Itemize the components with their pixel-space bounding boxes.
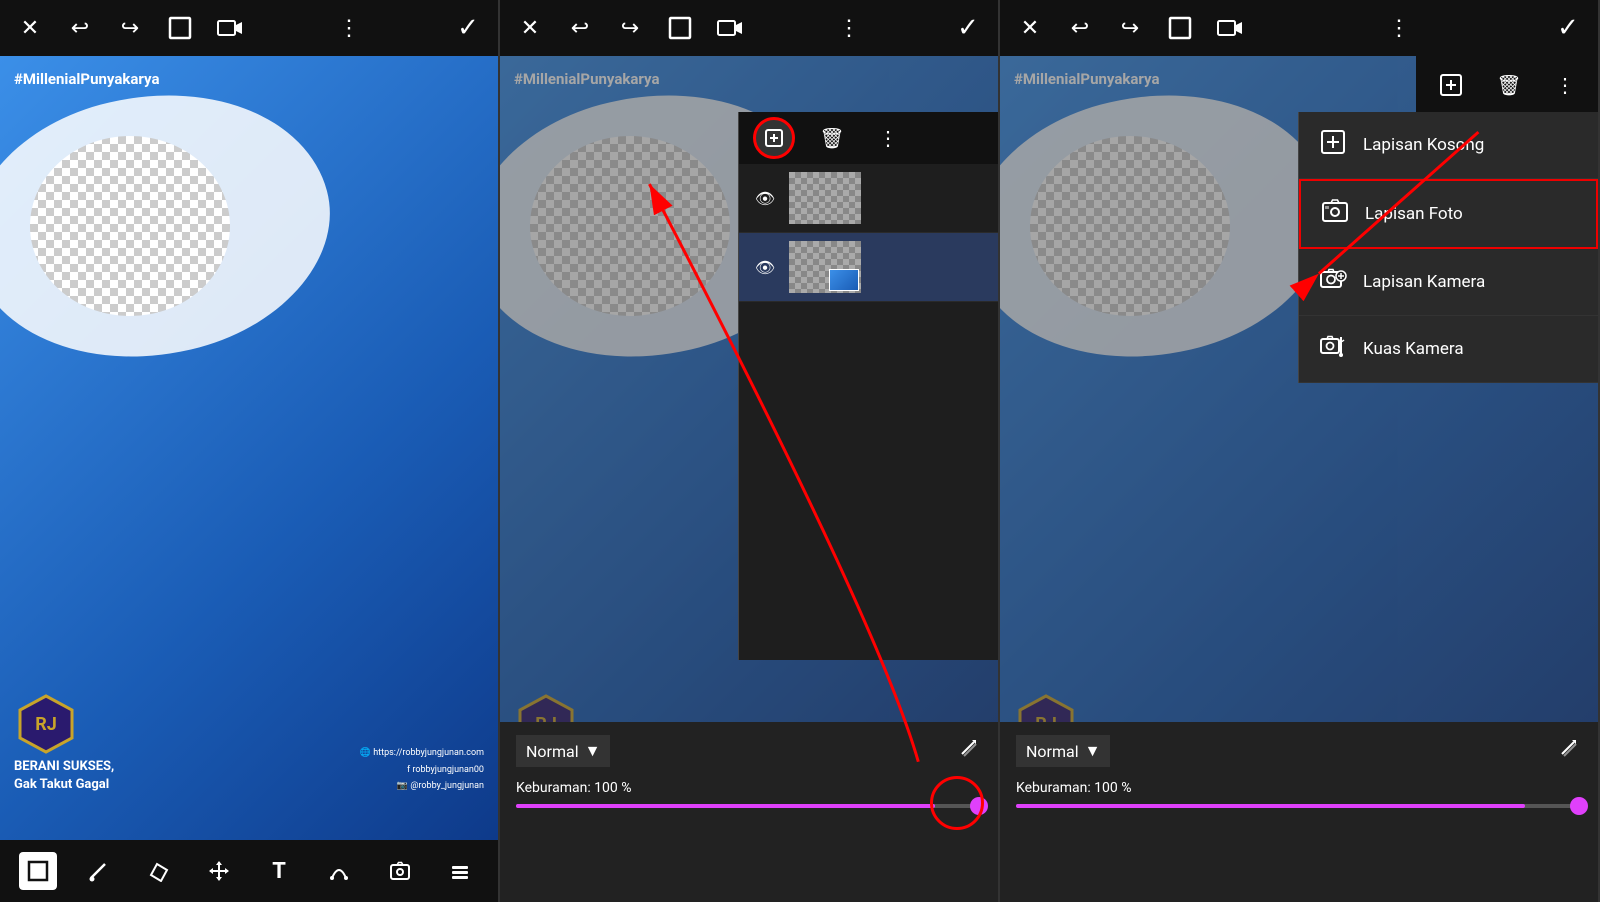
design-content-1: #MillenialPunyakarya RJ BERANI SUKSES, G… — [0, 56, 498, 840]
layer-panel-2: 🗑 ⋮ 👁 👁 — [738, 112, 998, 660]
layer-dots-3[interactable]: ⋮ — [1546, 66, 1584, 104]
blend-mode-select-2[interactable]: Normal ▼ — [516, 735, 610, 767]
toolbar-3: ✕ ↩ ↪ ⋮ ✓ — [1000, 0, 1598, 56]
photo-tool-1[interactable] — [381, 852, 419, 890]
video-icon-3[interactable] — [1214, 12, 1246, 44]
kuas-kamera-icon — [1319, 332, 1347, 366]
hashtag-2: #MillenialPunyakarya — [514, 70, 659, 88]
crop-icon-1[interactable] — [164, 12, 196, 44]
transform-tool-1[interactable] — [320, 852, 358, 890]
dropdown-lapisan-kosong[interactable]: Lapisan Kosong — [1299, 112, 1598, 179]
video-icon-1[interactable] — [214, 12, 246, 44]
opacity-slider-track-2[interactable] — [516, 804, 982, 808]
layer-row-design-2[interactable]: 👁 — [739, 233, 998, 302]
dropdown-lapisan-foto[interactable]: Lapisan Foto — [1299, 179, 1598, 249]
undo-icon-1[interactable]: ↩ — [64, 12, 96, 44]
redo-icon-1[interactable]: ↪ — [114, 12, 146, 44]
kuas-kamera-label: Kuas Kamera — [1363, 339, 1464, 359]
toolbar-2: ✕ ↩ ↪ ⋮ ✓ — [500, 0, 998, 56]
opacity-slider-fill-2 — [516, 804, 935, 808]
add-layer-btn-3[interactable] — [1430, 64, 1472, 106]
move-tool-1[interactable] — [200, 852, 238, 890]
opacity-label-3: Keburaman: 100 % — [1016, 780, 1582, 796]
berani-text-1: BERANI SUKSES, Gak Takut Gagal — [14, 758, 114, 794]
opacity-slider-track-3[interactable] — [1016, 804, 1582, 808]
panel-3: ✕ ↩ ↪ ⋮ ✓ #MillenialPunyakarya RJ BERANI… — [1000, 0, 1600, 902]
crop-icon-3[interactable] — [1164, 12, 1196, 44]
undo-icon-2[interactable]: ↩ — [564, 12, 596, 44]
links-1: 🌐 https://robbyjungjunan.com f robbyjung… — [360, 745, 484, 794]
brush-tool-1[interactable] — [79, 852, 117, 890]
dropdown-lapisan-kamera[interactable]: Lapisan Kamera — [1299, 249, 1598, 316]
blend-mode-select-3[interactable]: Normal ▼ — [1016, 735, 1110, 767]
svg-text:RJ: RJ — [35, 714, 57, 735]
panel-2: ✕ ↩ ↪ ⋮ ✓ #MillenialPunyakarya RJ BERANI… — [500, 0, 1000, 902]
layer-thumb-design-2 — [789, 241, 861, 293]
blend-row-3: Normal ▼ — [1016, 734, 1582, 768]
crop-icon-2[interactable] — [664, 12, 696, 44]
close-icon-3[interactable]: ✕ — [1014, 12, 1046, 44]
eraser-tool-1[interactable] — [140, 852, 178, 890]
hex-logo-1: RJ — [14, 692, 78, 756]
blend-icon-3[interactable] — [1554, 734, 1582, 768]
logo-area-1: RJ — [14, 692, 78, 760]
check-icon-3[interactable]: ✓ — [1552, 12, 1584, 44]
undo-icon-3[interactable]: ↩ — [1064, 12, 1096, 44]
opacity-slider-thumb-3[interactable] — [1570, 797, 1588, 815]
check-icon-2[interactable]: ✓ — [952, 12, 984, 44]
layer-thumb-empty-2 — [789, 172, 861, 224]
video-icon-2[interactable] — [714, 12, 746, 44]
layer-bottom-3: Normal ▼ Keburaman: 100 % — [1000, 722, 1598, 902]
canvas-area-1: #MillenialPunyakarya RJ BERANI SUKSES, G… — [0, 56, 498, 840]
layer-row-empty-2[interactable]: 👁 — [739, 164, 998, 233]
lapisan-kamera-icon — [1319, 265, 1347, 299]
delete-layer-btn-3[interactable]: 🗑 — [1490, 66, 1528, 104]
redo-icon-3[interactable]: ↪ — [1114, 12, 1146, 44]
delete-layer-btn-2[interactable]: 🗑 — [813, 119, 851, 157]
dropdown-menu-3: Lapisan Kosong Lapisan Foto — [1298, 112, 1598, 383]
opacity-slider-thumb-2[interactable] — [970, 797, 988, 815]
close-icon-2[interactable]: ✕ — [514, 12, 546, 44]
opacity-label-2: Keburaman: 100 % — [516, 780, 982, 796]
close-icon-1[interactable]: ✕ — [14, 12, 46, 44]
hashtag-3: #MillenialPunyakarya — [1014, 70, 1159, 88]
toolbar-1: ✕ ↩ ↪ ⋮ ✓ — [0, 0, 498, 56]
dots-icon-3[interactable]: ⋮ — [1383, 12, 1415, 44]
eye-icon-layer1-2[interactable]: 👁 — [751, 189, 779, 208]
layer-bottom-2: Normal ▼ Keburaman: 100 % — [500, 722, 998, 902]
lapisan-kamera-label: Lapisan Kamera — [1363, 272, 1485, 292]
select-tool-1[interactable] — [19, 852, 57, 890]
check-icon-1[interactable]: ✓ — [452, 12, 484, 44]
checker-2 — [530, 136, 730, 316]
eye-icon-layer2-2[interactable]: 👁 — [751, 258, 779, 277]
blend-icon-2[interactable] — [954, 734, 982, 768]
layer-dots-2[interactable]: ⋮ — [869, 119, 907, 157]
add-layer-btn-2[interactable] — [753, 117, 795, 159]
redo-icon-2[interactable]: ↪ — [614, 12, 646, 44]
hashtag-1: #MillenialPunyakarya — [14, 70, 159, 88]
checker-3 — [1030, 136, 1230, 316]
layer-toolbar-2: 🗑 ⋮ — [739, 112, 998, 164]
layer-toolbar-3: 🗑 ⋮ — [1416, 56, 1598, 114]
blend-row-2: Normal ▼ — [516, 734, 982, 768]
opacity-slider-fill-3 — [1016, 804, 1525, 808]
layers-tool-1[interactable] — [441, 852, 479, 890]
dots-icon-2[interactable]: ⋮ — [833, 12, 865, 44]
lapisan-foto-label: Lapisan Foto — [1365, 204, 1463, 224]
bottom-toolbar-1: T — [0, 840, 498, 902]
lapisan-kosong-icon — [1319, 128, 1347, 162]
checker-1 — [30, 136, 230, 316]
lapisan-foto-icon — [1321, 197, 1349, 231]
panel-1: ✕ ↩ ↪ ⋮ ✓ #MillenialPunyakarya RJ BERANI — [0, 0, 500, 902]
lapisan-kosong-label: Lapisan Kosong — [1363, 135, 1484, 155]
dropdown-kuas-kamera[interactable]: Kuas Kamera — [1299, 316, 1598, 383]
text-tool-1[interactable]: T — [260, 852, 298, 890]
dots-icon-1[interactable]: ⋮ — [333, 12, 365, 44]
